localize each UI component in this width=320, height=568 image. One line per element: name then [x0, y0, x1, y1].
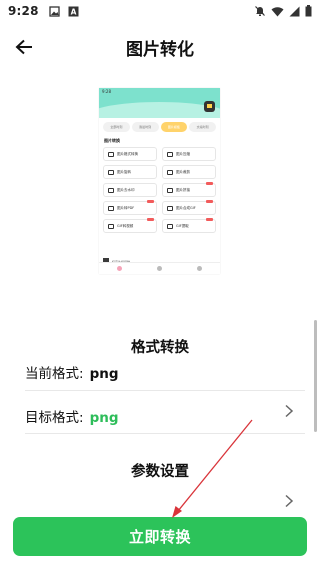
preview-tool-label: 图片合成GIF: [176, 205, 196, 210]
new-badge: [206, 218, 213, 221]
preview-tool-item: GIF提取: [162, 218, 216, 233]
divider: [25, 433, 305, 434]
gif-icon: [108, 223, 114, 229]
screen: 9:28 A 图片转化 9:28 全部时刻 我最时刻 图片模板 文案时刻 图片转…: [0, 0, 320, 568]
preview-tool-item: 图片去水印: [103, 183, 157, 197]
target-format-label: 目标格式:: [25, 410, 84, 426]
preview-time: 9:28: [102, 89, 111, 94]
image-preview: 9:28 全部时刻 我最时刻 图片模板 文案时刻 图片转换 图片格式转换 图片压…: [99, 88, 220, 274]
format-section-title: 格式转换: [131, 340, 189, 356]
chevron-right-icon[interactable]: [283, 404, 295, 418]
target-format-row[interactable]: 目标格式: png: [25, 406, 119, 426]
convert-now-button[interactable]: 立即转换: [13, 517, 307, 556]
svg-text:A: A: [70, 7, 76, 16]
annotation-arrow: [172, 419, 253, 518]
preview-tool-label: 图片格式转换: [117, 151, 138, 156]
image-icon: [167, 151, 173, 157]
preview-tool-item: 图片格式转换: [103, 147, 157, 161]
app-bar: 图片转化: [0, 22, 320, 72]
preview-tool-label: 图片压缩: [176, 151, 190, 156]
divider: [25, 390, 305, 391]
gif-icon: [167, 223, 173, 229]
preview-tool-label: GIF提取: [176, 223, 189, 228]
text-notification-icon: A: [68, 6, 79, 16]
image-icon: [167, 169, 173, 175]
image-icon: [167, 205, 173, 211]
new-badge: [147, 200, 154, 203]
preview-tool-item: 图片旋转: [103, 165, 157, 179]
image-icon: [108, 151, 114, 157]
status-notification-icons: A: [49, 5, 79, 17]
preview-tool-label: 图片拼接: [176, 187, 190, 192]
preview-header: 9:28: [99, 88, 220, 118]
params-section-title: 参数设置: [131, 464, 189, 480]
preview-tab-active: 图片模板: [160, 122, 188, 132]
preview-tool-item: 图片转PDF: [103, 200, 157, 215]
image-icon: [108, 169, 114, 175]
preview-section-title: 图片转换: [104, 138, 120, 143]
new-badge: [147, 218, 154, 221]
current-format-row: 当前格式: png: [25, 362, 119, 382]
preview-bottom-nav: [99, 262, 220, 274]
image-icon: [108, 187, 114, 193]
preview-tool-label: GIF转视频: [117, 223, 134, 228]
preview-tool-label: 图片去水印: [117, 187, 135, 192]
wifi-icon: [271, 6, 284, 16]
chevron-right-icon[interactable]: [283, 494, 295, 508]
preview-tool-label: 图片裁剪: [176, 169, 190, 174]
preview-tool-grid: 图片格式转换 图片压缩 图片旋转 图片裁剪 图片去水印 图片拼接 图片转PDF …: [103, 147, 216, 233]
profile-icon: [197, 266, 203, 271]
current-format-value: png: [89, 366, 119, 382]
current-format-label: 当前格式:: [25, 366, 84, 382]
bell-off-icon: [255, 6, 265, 16]
status-bar: 9:28 A: [0, 0, 320, 22]
preview-tabs: 全部时刻 我最时刻 图片模板 文案时刻: [103, 122, 216, 132]
preview-tool-label: 图片转PDF: [117, 205, 135, 210]
status-system-icons: [254, 5, 312, 17]
scrollbar[interactable]: [314, 320, 317, 432]
preview-tool-item: 图片压缩: [162, 147, 216, 161]
image-icon: [167, 187, 173, 193]
preview-tool-item: 图片拼接: [162, 182, 216, 197]
preview-wave: [99, 102, 220, 118]
crown-icon: [204, 101, 215, 112]
signal-icon: [289, 6, 300, 16]
image-notification-icon: [49, 5, 60, 17]
new-badge: [206, 182, 213, 185]
home-icon: [116, 266, 122, 271]
target-format-value: png: [89, 410, 119, 426]
preview-tab: 全部时刻: [103, 122, 130, 132]
battery-icon: [305, 5, 312, 17]
status-time: 9:28: [8, 4, 39, 18]
image-icon: [108, 205, 114, 211]
new-badge: [206, 200, 213, 203]
preview-tool-item: 图片裁剪: [162, 165, 216, 179]
preview-tab: 我最时刻: [131, 122, 159, 132]
preview-tab: 文案时刻: [189, 122, 216, 132]
preview-tool-item: GIF转视频: [103, 218, 157, 233]
preview-tool-label: 图片旋转: [117, 169, 131, 174]
page-title: 图片转化: [126, 40, 194, 60]
preview-tool-item: 图片合成GIF: [162, 200, 216, 215]
notes-icon: [156, 266, 162, 271]
